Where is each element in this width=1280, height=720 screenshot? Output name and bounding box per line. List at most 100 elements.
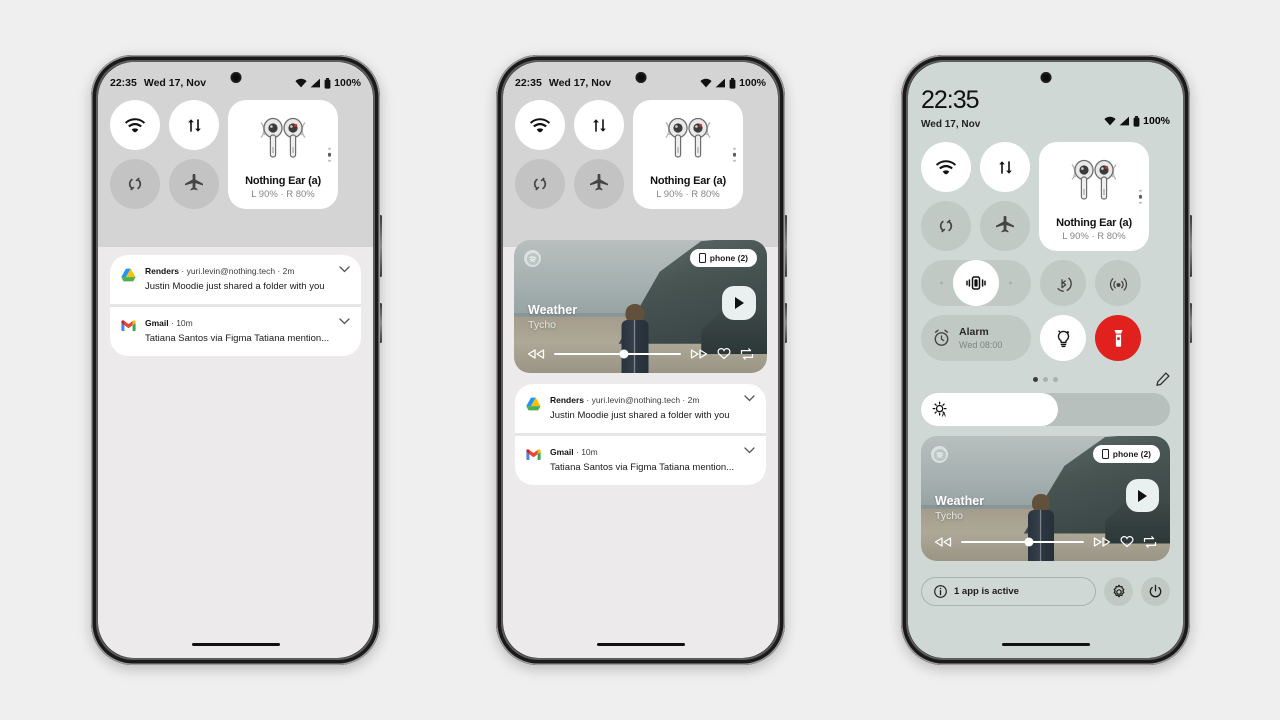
tile-wifi[interactable] xyxy=(921,142,971,192)
phone-3-gesture-bar[interactable] xyxy=(1001,643,1090,646)
media-title: Weather xyxy=(528,303,578,317)
chevron-down-icon[interactable] xyxy=(339,318,350,325)
phone-1-power-button[interactable] xyxy=(379,303,382,343)
notification-gmail[interactable]: Gmail · 10m Tatiana Santos via Figma Tat… xyxy=(515,436,766,485)
rewind-icon[interactable] xyxy=(527,348,545,359)
notification-text: Tatiana Santos via Figma Tatiana mention… xyxy=(145,333,330,344)
power-icon xyxy=(1148,584,1163,599)
media-progress-knob[interactable] xyxy=(1024,537,1034,546)
phone-3-quick-settings-panel: 22:35 Wed 17, Nov 100% Nothing Ear (a) L… xyxy=(908,62,1183,658)
svg-text:A: A xyxy=(942,412,947,418)
brightness-slider[interactable]: A xyxy=(921,393,1170,426)
notification-meta: · 10m xyxy=(576,447,598,457)
battery-icon xyxy=(1133,115,1140,127)
media-progress-track[interactable] xyxy=(554,349,681,358)
media-progress-track[interactable] xyxy=(961,537,1084,546)
tile-hotspot[interactable] xyxy=(1095,260,1141,306)
tile-wifi[interactable] xyxy=(110,100,160,150)
signal-icon xyxy=(715,78,726,88)
phone-3-volume-button[interactable] xyxy=(1189,215,1192,277)
phone-3-status-icons: 100% xyxy=(1104,115,1170,127)
status-time: 22:35 xyxy=(110,77,137,89)
tile-night-light[interactable] xyxy=(1040,315,1086,361)
wifi-icon xyxy=(295,78,307,88)
tile-alarm[interactable]: Alarm Wed 08:00 xyxy=(921,315,1031,361)
notification-meta: · yuri.levin@nothing.tech · 2m xyxy=(181,266,295,276)
phone-3-screen: 22:35 Wed 17, Nov 100% Nothing Ear (a) L… xyxy=(908,62,1183,658)
google-drive-icon xyxy=(121,268,136,282)
phone-3-media-player[interactable]: phone (2) Weather Tycho xyxy=(921,436,1170,561)
gmail-icon xyxy=(526,449,541,461)
power-button[interactable] xyxy=(1141,577,1170,606)
active-apps-button[interactable]: 1 app is active xyxy=(921,577,1096,606)
tile-airplane-mode[interactable] xyxy=(574,159,624,209)
device-card-earbuds[interactable]: Nothing Ear (a) L 90% · R 80% xyxy=(1039,142,1149,251)
device-card-earbuds[interactable]: Nothing Ear (a) L 90% · R 80% xyxy=(633,100,743,209)
tile-flashlight[interactable] xyxy=(1095,315,1141,361)
tile-auto-rotate[interactable] xyxy=(921,201,971,251)
notification-app: Gmail xyxy=(550,447,574,457)
alarm-value: Wed 08:00 xyxy=(959,340,1003,350)
chevron-down-icon[interactable] xyxy=(744,395,755,402)
device-battery: L 90% · R 80% xyxy=(656,189,720,200)
clock-date: Wed 17, Nov xyxy=(921,119,981,130)
chevron-down-icon[interactable] xyxy=(339,266,350,273)
tile-mobile-data[interactable] xyxy=(169,100,219,150)
media-output-label: phone (2) xyxy=(709,253,748,263)
gear-icon xyxy=(1111,584,1127,600)
chevron-down-icon[interactable] xyxy=(744,447,755,454)
forward-icon[interactable] xyxy=(1093,536,1111,547)
phone-2-quick-settings: Nothing Ear (a) L 90% · R 80% xyxy=(515,100,766,209)
heart-icon[interactable] xyxy=(1120,535,1134,548)
phone-1-notification-list: Renders · yuri.levin@nothing.tech · 2m J… xyxy=(110,255,361,356)
device-name: Nothing Ear (a) xyxy=(1056,217,1132,229)
phone-1-volume-button[interactable] xyxy=(379,215,382,277)
phone-1-screen: 22:35 Wed 17, Nov 100% Nothing Ear (a) L… xyxy=(98,62,373,658)
notification-text: Justin Moodie just shared a folder with … xyxy=(145,281,325,292)
phone-2-power-button[interactable] xyxy=(784,303,787,343)
tile-mobile-data[interactable] xyxy=(574,100,624,150)
settings-button[interactable] xyxy=(1104,577,1133,606)
notification-gmail[interactable]: Gmail · 10m Tatiana Santos via Figma Tat… xyxy=(110,307,361,356)
media-output-chip[interactable]: phone (2) xyxy=(689,249,757,267)
media-artist: Tycho xyxy=(528,319,557,331)
phone-1-notification-shade: 22:35 Wed 17, Nov 100% Nothing Ear (a) L… xyxy=(98,62,373,247)
notification-header: Renders · yuri.levin@nothing.tech · 2m xyxy=(145,266,330,276)
tile-airplane-mode[interactable] xyxy=(169,159,219,209)
phone-2: 22:35 Wed 17, Nov 100% Nothing Ear (a) L… xyxy=(496,55,787,665)
tile-mobile-data[interactable] xyxy=(980,142,1030,192)
repeat-icon[interactable] xyxy=(1143,535,1157,548)
forward-icon[interactable] xyxy=(690,348,708,359)
phone-1-gesture-bar[interactable] xyxy=(191,643,280,646)
notification-app: Renders xyxy=(145,266,180,276)
phone-2-volume-button[interactable] xyxy=(784,215,787,277)
tile-wifi[interactable] xyxy=(515,100,565,150)
phone-3-power-button[interactable] xyxy=(1189,303,1192,343)
media-play-button[interactable] xyxy=(1126,479,1159,512)
phone-3-qs-row-1: Nothing Ear (a) L 90% · R 80% xyxy=(921,142,1170,251)
tile-airplane-mode[interactable] xyxy=(980,201,1030,251)
tile-bluetooth-scan[interactable] xyxy=(1040,260,1086,306)
phone-2-gesture-bar[interactable] xyxy=(596,643,685,646)
device-card-earbuds[interactable]: Nothing Ear (a) L 90% · R 80% xyxy=(228,100,338,209)
media-progress-knob[interactable] xyxy=(619,349,629,358)
tile-auto-rotate[interactable] xyxy=(110,159,160,209)
tile-auto-rotate[interactable] xyxy=(515,159,565,209)
device-name: Nothing Ear (a) xyxy=(245,175,321,187)
tile-ringer-vibrate[interactable] xyxy=(921,260,1031,306)
pencil-icon[interactable] xyxy=(1156,372,1170,386)
vibrate-icon[interactable] xyxy=(953,260,999,306)
notification-drive[interactable]: Renders · yuri.levin@nothing.tech · 2m J… xyxy=(110,255,361,304)
notification-drive[interactable]: Renders · yuri.levin@nothing.tech · 2m J… xyxy=(515,384,766,433)
earbuds-icon xyxy=(633,100,743,175)
media-output-chip[interactable]: phone (2) xyxy=(1092,445,1160,463)
phone-2-notification-shade: 22:35 Wed 17, Nov 100% Nothing Ear (a) L… xyxy=(503,62,778,247)
rewind-icon[interactable] xyxy=(934,536,952,547)
heart-icon[interactable] xyxy=(717,347,731,360)
media-play-button[interactable] xyxy=(722,286,756,320)
notification-header: Gmail · 10m xyxy=(550,447,735,457)
repeat-icon[interactable] xyxy=(740,347,754,360)
status-date: Wed 17, Nov xyxy=(143,77,207,89)
phone-2-media-player[interactable]: phone (2) Weather Tycho xyxy=(514,240,767,373)
qs-page-indicator[interactable] xyxy=(1033,376,1058,382)
